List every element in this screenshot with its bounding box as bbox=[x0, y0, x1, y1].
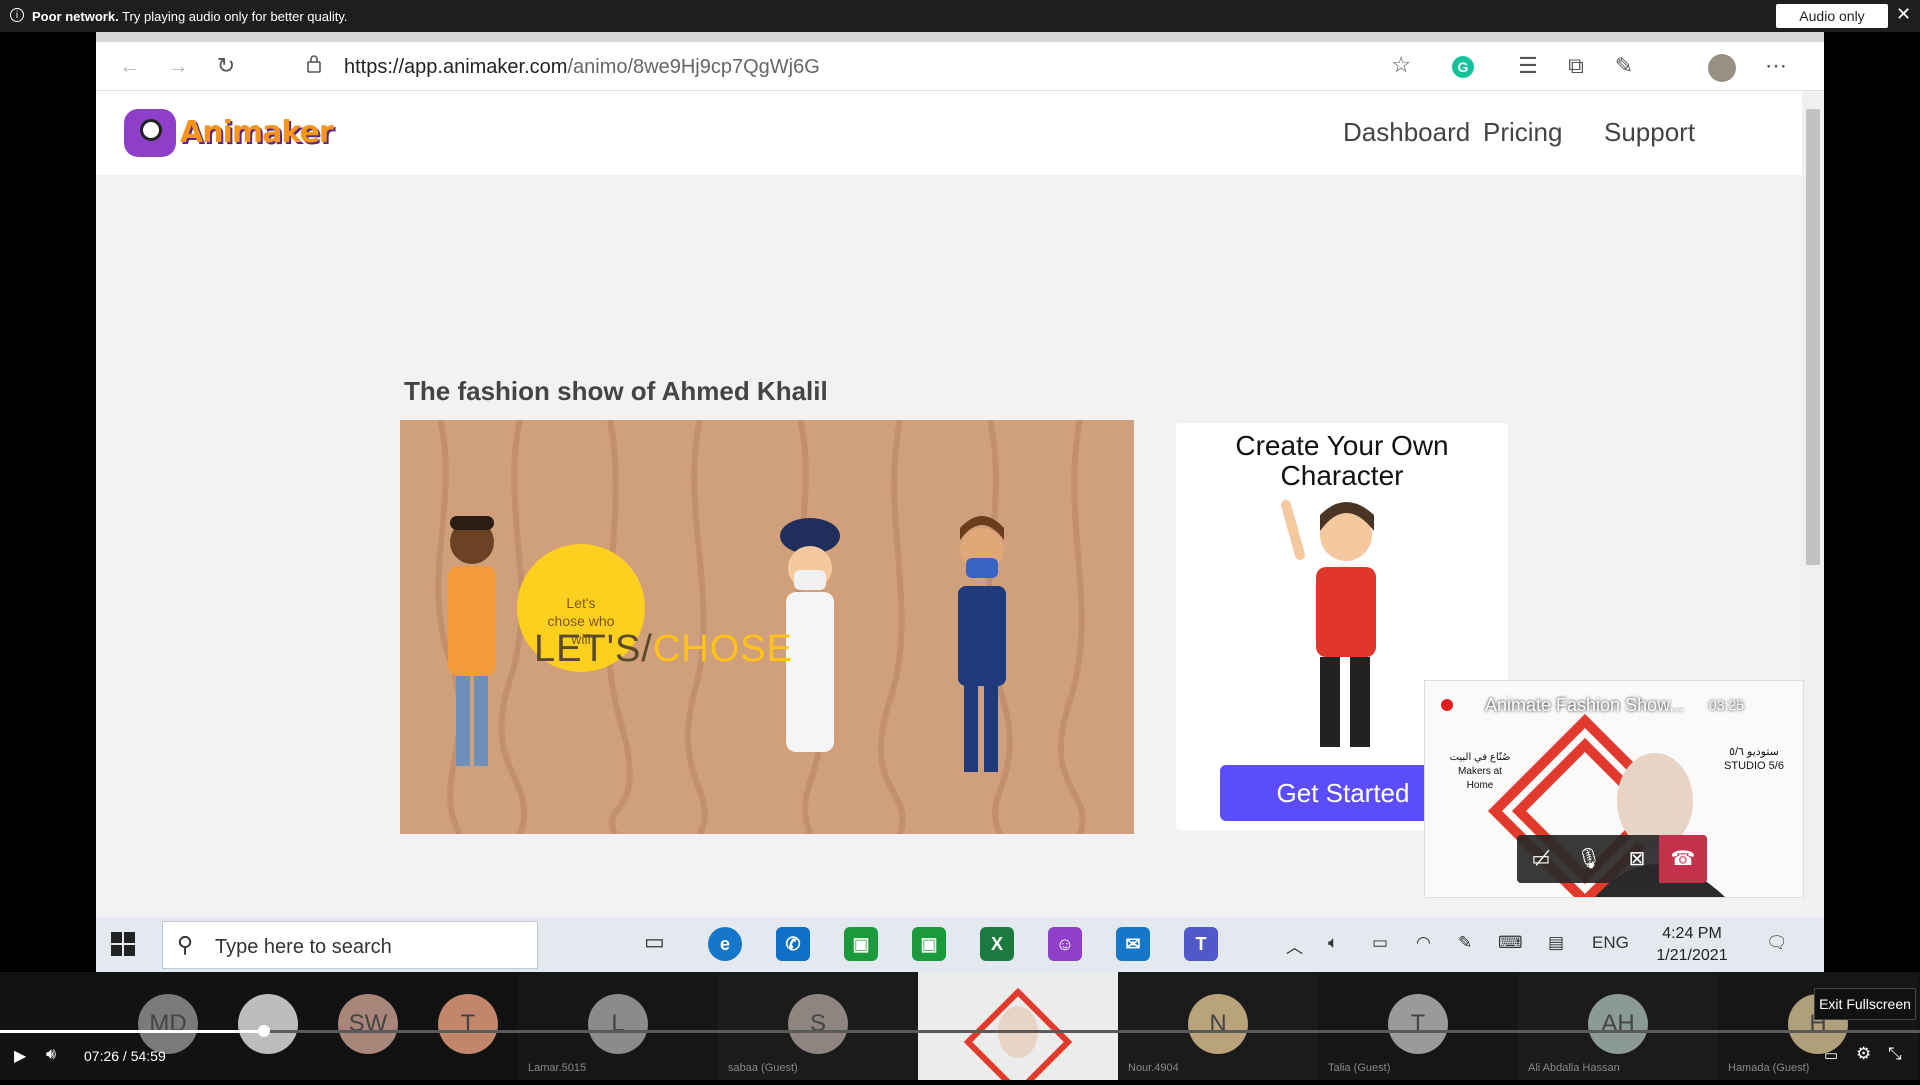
network-message-text: Try playing audio only for better qualit… bbox=[122, 9, 348, 24]
exit-fullscreen-icon[interactable]: ⤡ bbox=[1888, 1044, 1902, 1064]
windows-start-icon[interactable] bbox=[110, 931, 136, 957]
microphone-icon[interactable]: 🎙︎ bbox=[1565, 835, 1613, 883]
makers-at-home-en: Makers at Home bbox=[1458, 766, 1502, 791]
tablet-icon[interactable]: ▤ bbox=[1548, 933, 1564, 953]
recording-player-bar: ▶ 🔊︎ 07:26 / 54:59 ▭ ⚙ ⤡ bbox=[0, 1025, 1920, 1080]
url-path: /animo/8we9Hj9cp7QgWj6G bbox=[567, 56, 820, 78]
studio-56-ar: ستوديو ٥/٦ bbox=[1729, 746, 1779, 758]
cta-title: Create Your Own Character bbox=[1235, 430, 1449, 491]
more-menu-icon[interactable]: ⋯ bbox=[1762, 52, 1790, 80]
bubble-slash: / bbox=[641, 628, 653, 670]
keyboard-icon[interactable]: ⌨ bbox=[1498, 933, 1523, 953]
search-icon: ⚲ bbox=[177, 932, 194, 957]
makers-at-home-logo: صُنّاع في البيت Makers at Home bbox=[1445, 751, 1515, 793]
site-header: Animaker Dashboard Pricing Support bbox=[96, 91, 1802, 175]
bubble-big-text: LET'S/CHOSE bbox=[534, 628, 793, 671]
classroom-icon-2[interactable]: ▣ bbox=[912, 927, 946, 961]
profile-avatar[interactable] bbox=[1708, 54, 1736, 82]
nav-dashboard[interactable]: Dashboard bbox=[1343, 117, 1470, 148]
makers-at-home-ar: صُنّاع في البيت bbox=[1449, 752, 1511, 763]
tray-chevron-icon[interactable]: ︿ bbox=[1286, 933, 1303, 958]
animaker-app-icon[interactable]: ☺ bbox=[1048, 927, 1082, 961]
page-title: The fashion show of Ahmed Khalil bbox=[404, 376, 828, 406]
search-placeholder: Type here to search bbox=[215, 936, 392, 958]
progress-track[interactable] bbox=[0, 1025, 1920, 1037]
feedback-icon[interactable]: ✎ bbox=[1610, 52, 1638, 80]
forward-arrow-icon[interactable]: → bbox=[164, 52, 192, 80]
classroom-icon[interactable]: ▣ bbox=[844, 927, 878, 961]
video-scene bbox=[435, 420, 1086, 834]
camera-off-icon[interactable]: ▭̸ bbox=[1517, 835, 1565, 883]
scrollbar-thumb[interactable] bbox=[1806, 109, 1820, 565]
url-host: https://app.animaker.com bbox=[344, 56, 568, 78]
bubble-big-text-1: LET'S bbox=[534, 628, 642, 670]
audio-only-button[interactable]: Audio only bbox=[1776, 4, 1888, 28]
taskbar-clock[interactable]: 4:24 PM 1/21/2021 bbox=[1652, 923, 1732, 967]
taskbar-search-box[interactable]: ⚲ Type here to search bbox=[162, 921, 538, 969]
call-controls: ▭̸ 🎙︎ ⊠ ☎ bbox=[1517, 835, 1707, 883]
wifi-icon[interactable]: ◠ bbox=[1416, 933, 1431, 953]
network-message: Poor network. Try playing audio only for… bbox=[32, 9, 348, 24]
favorite-star-icon[interactable]: ☆ bbox=[1391, 52, 1411, 78]
character-right bbox=[958, 516, 1006, 772]
character-left bbox=[448, 516, 496, 766]
excel-icon[interactable]: X bbox=[980, 927, 1014, 961]
language-indicator[interactable]: ENG bbox=[1592, 933, 1629, 953]
collections-icon[interactable]: ⧉ bbox=[1562, 52, 1590, 80]
captions-icon[interactable]: ▭ bbox=[1824, 1046, 1838, 1064]
playback-time: 07:26 / 54:59 bbox=[84, 1048, 166, 1064]
page-scrollbar[interactable] bbox=[1802, 91, 1824, 972]
video-player[interactable]: Let's chose who will LET'S/CHOSE bbox=[400, 420, 1134, 834]
teams-icon[interactable]: T bbox=[1184, 927, 1218, 961]
bubble-big-text-2: CHOSE bbox=[652, 628, 793, 670]
grammarly-extension-icon[interactable]: G bbox=[1452, 56, 1474, 78]
pip-video-call[interactable]: Animate Fashion Show... 03:25 صُنّاع في … bbox=[1424, 680, 1804, 898]
favorites-icon[interactable]: ☰ bbox=[1514, 52, 1542, 80]
edge-icon[interactable]: e bbox=[708, 927, 742, 961]
clock-date: 1/21/2021 bbox=[1656, 947, 1728, 964]
studio-56-logo: ستوديو ٥/٦ STUDIO 5/6 bbox=[1721, 745, 1787, 773]
nav-pricing[interactable]: Pricing bbox=[1483, 117, 1562, 148]
tab-strip bbox=[96, 32, 1824, 42]
task-view-icon[interactable]: ▭ bbox=[644, 929, 665, 955]
animaker-logo[interactable]: Animaker bbox=[124, 107, 334, 159]
back-arrow-icon[interactable]: ← bbox=[116, 52, 144, 80]
pip-title: Animate Fashion Show... bbox=[1485, 695, 1685, 715]
volume-icon[interactable]: 🔈︎ bbox=[1328, 933, 1338, 953]
studio-56-en: STUDIO 5/6 bbox=[1724, 760, 1784, 772]
url-text: https://app.animaker.com/animo/8we9Hj9cp… bbox=[344, 56, 820, 79]
nav-support[interactable]: Support bbox=[1604, 117, 1695, 148]
logo-text: Animaker bbox=[180, 115, 334, 150]
progress-fill bbox=[0, 1030, 264, 1033]
close-icon[interactable]: ✕ bbox=[1896, 4, 1911, 25]
lock-icon bbox=[306, 54, 322, 79]
whatsapp-icon[interactable]: ✆ bbox=[776, 927, 810, 961]
network-notification-bar: i Poor network. Try playing audio only f… bbox=[0, 0, 1920, 32]
progress-handle[interactable] bbox=[258, 1025, 270, 1037]
stop-share-icon[interactable]: ⊠ bbox=[1613, 835, 1661, 883]
refresh-icon[interactable]: ↻ bbox=[212, 52, 240, 80]
pen-icon[interactable]: ✎ bbox=[1458, 933, 1472, 953]
volume-player-icon[interactable]: 🔊︎ bbox=[46, 1046, 56, 1064]
hang-up-icon[interactable]: ☎ bbox=[1659, 835, 1707, 883]
info-icon: i bbox=[10, 8, 24, 22]
settings-gear-icon[interactable]: ⚙ bbox=[1856, 1044, 1871, 1064]
logo-mascot-eye bbox=[140, 119, 162, 141]
mail-icon[interactable]: ✉ bbox=[1116, 927, 1150, 961]
windows-taskbar: ⚲ Type here to search ▭ e ✆ ▣ ▣ X ☺ ✉ T … bbox=[96, 917, 1824, 972]
battery-icon[interactable]: ▭ bbox=[1372, 933, 1388, 953]
address-bar[interactable]: https://app.animaker.com/animo/8we9Hj9cp… bbox=[290, 48, 1425, 84]
recording-indicator bbox=[1439, 697, 1455, 713]
browser-toolbar: ← → ↻ https://app.animaker.com/animo/8we… bbox=[96, 42, 1824, 91]
pip-time: 03:25 bbox=[1709, 697, 1745, 713]
notifications-icon[interactable]: 🗨︎ bbox=[1766, 933, 1788, 953]
play-icon[interactable]: ▶ bbox=[14, 1046, 26, 1066]
character-illustration bbox=[1281, 500, 1376, 747]
clock-time: 4:24 PM bbox=[1662, 925, 1722, 942]
exit-fullscreen-tooltip: Exit Fullscreen bbox=[1814, 988, 1916, 1020]
network-message-bold: Poor network. bbox=[32, 9, 119, 24]
